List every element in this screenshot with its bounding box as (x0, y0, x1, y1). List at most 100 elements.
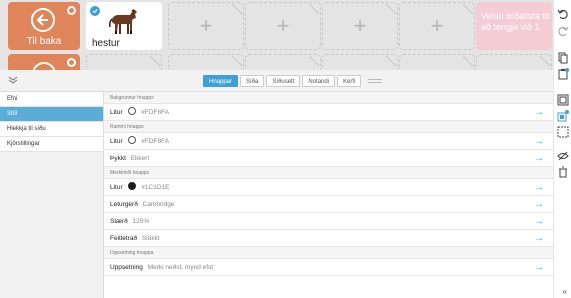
arrow-right-icon[interactable]: → (534, 104, 544, 121)
check-icon (90, 6, 100, 16)
settings-sidenav: Efni Stíll Hlekkja til síðu Kjörstilling… (0, 92, 104, 298)
right-toolbar: « (553, 0, 571, 298)
frame-color-row[interactable]: Litur #FDF8FA → (104, 133, 553, 150)
wordlist-link-text: Veldu orðalista til að tengja við 1 (481, 11, 550, 32)
empty-cell[interactable] (476, 54, 552, 70)
frame-thickness-row[interactable]: Þykkt Ekkert → (104, 150, 553, 167)
corner-icon (231, 55, 243, 67)
button-board: Til baka hestur + + + + Veldu orðalista … (0, 0, 553, 70)
settings-tabs-bar: Hnappar Síða Síðusett Notandi Kerfi (0, 70, 553, 92)
row-value: Cambridge (142, 201, 175, 208)
empty-cell[interactable] (86, 54, 162, 70)
color-swatch (128, 136, 137, 144)
row-value: Ekkert (130, 155, 150, 162)
arrow-right-icon[interactable]: → (534, 179, 544, 196)
sidenav-item-kjorstillingar[interactable]: Kjörstillingar (0, 137, 103, 152)
row-value: #1C1D1E (141, 184, 170, 191)
row-value: #FDF8FA (141, 109, 170, 116)
back-button-row2[interactable] (8, 54, 80, 70)
arrow-right-icon[interactable]: → (534, 196, 544, 213)
row-value: #FDF8FA (141, 138, 170, 145)
select-icon[interactable] (557, 126, 569, 138)
undo-icon[interactable] (557, 8, 569, 20)
copy-icon[interactable] (557, 52, 569, 64)
plus-icon: + (353, 13, 367, 38)
word-button-hestur[interactable]: hestur (86, 2, 162, 50)
corner-icon (539, 55, 551, 67)
trash-icon[interactable] (557, 166, 569, 178)
layout-row[interactable]: Uppsetning Merki neðst, mynd efst → (104, 259, 553, 276)
edit-badge-icon[interactable] (67, 58, 76, 67)
tab-hnappar[interactable]: Hnappar (203, 75, 239, 87)
section-header: Merkimiði hnapps (104, 167, 553, 179)
tab-notandi[interactable]: Notandi (302, 75, 336, 87)
arrow-right-icon[interactable]: → (534, 230, 544, 247)
settings-tabs: Hnappar Síða Síðusett Notandi Kerfi (203, 75, 362, 87)
hide-icon[interactable] (557, 150, 569, 162)
edit-badge-icon[interactable] (67, 6, 76, 15)
arrow-right-icon[interactable]: → (534, 259, 544, 276)
word-button-label: hestur (92, 38, 120, 49)
bg-color-row[interactable]: Litur #FDF8FA → (104, 104, 553, 121)
wordlist-link-cell[interactable]: Veldu orðalista til að tengja við 1 (476, 2, 552, 50)
row-label: Litur (110, 138, 123, 145)
chevron-down-icon[interactable] (8, 75, 18, 85)
redo-icon[interactable] (557, 25, 569, 37)
plus-icon: + (430, 13, 444, 38)
empty-cell[interactable] (168, 54, 244, 70)
empty-cell[interactable]: + (245, 2, 321, 50)
sidenav-item-still[interactable]: Stíll (0, 107, 103, 122)
row-label: Þykkt (110, 155, 126, 162)
row-value: 125% (132, 218, 150, 225)
arrow-right-icon[interactable]: → (534, 133, 544, 150)
section-header: Bakgrunnur hnapps (104, 92, 553, 104)
row-value: Merki neðst, mynd efst (147, 264, 214, 271)
circle-icon (32, 62, 56, 70)
arrow-right-icon[interactable]: → (534, 150, 544, 167)
frame-icon[interactable] (557, 94, 569, 106)
size-row[interactable]: Stærð 125% → (104, 213, 553, 230)
plus-icon: + (199, 13, 213, 38)
corner-icon (385, 3, 397, 15)
back-button[interactable]: Til baka (8, 2, 80, 50)
tab-sidusett[interactable]: Síðusett (266, 75, 301, 87)
empty-cell[interactable] (399, 54, 475, 70)
style-settings: Bakgrunnur hnapps Litur #FDF8FA → Rammi … (104, 92, 553, 298)
back-button-label: Til baka (26, 36, 62, 47)
empty-cell[interactable] (322, 54, 398, 70)
font-row[interactable]: Leturgerð Cambridge → (104, 196, 553, 213)
tab-sida[interactable]: Síða (240, 75, 265, 87)
empty-cell[interactable]: + (168, 2, 244, 50)
back-arrow-icon (31, 8, 55, 32)
section-header: Rammi hnapps (104, 121, 553, 133)
caption-color-row[interactable]: Litur #1C1D1E → (104, 179, 553, 196)
row-value: Slökkt (141, 235, 160, 242)
row-label: Leturgerð (110, 201, 138, 208)
tab-kerfi[interactable]: Kerfi (337, 75, 362, 87)
paste-icon[interactable] (557, 68, 569, 80)
empty-cell[interactable]: + (322, 2, 398, 50)
corner-icon (462, 3, 474, 15)
corner-icon (308, 3, 320, 15)
collapse-panel-icon[interactable]: « (563, 287, 567, 296)
horse-icon (109, 9, 137, 34)
empty-cell[interactable]: + (399, 2, 475, 50)
drag-handle[interactable] (368, 79, 382, 83)
bold-row[interactable]: Feitletrað Slökkt → (104, 230, 553, 247)
plus-icon: + (276, 13, 290, 38)
style-icon[interactable] (557, 110, 569, 122)
corner-icon (462, 55, 474, 67)
row-label: Litur (110, 184, 123, 191)
row-label: Uppsetning (110, 264, 143, 271)
color-swatch (128, 182, 137, 190)
empty-cell[interactable] (245, 54, 321, 70)
row-label: Stærð (110, 218, 128, 225)
corner-icon (149, 55, 161, 67)
color-swatch (128, 107, 137, 115)
row-label: Litur (110, 109, 123, 116)
corner-icon (385, 55, 397, 67)
corner-icon (308, 55, 320, 67)
sidenav-item-efni[interactable]: Efni (0, 92, 103, 107)
sidenav-item-hlekkja[interactable]: Hlekkja til síðu (0, 122, 103, 137)
arrow-right-icon[interactable]: → (534, 213, 544, 230)
